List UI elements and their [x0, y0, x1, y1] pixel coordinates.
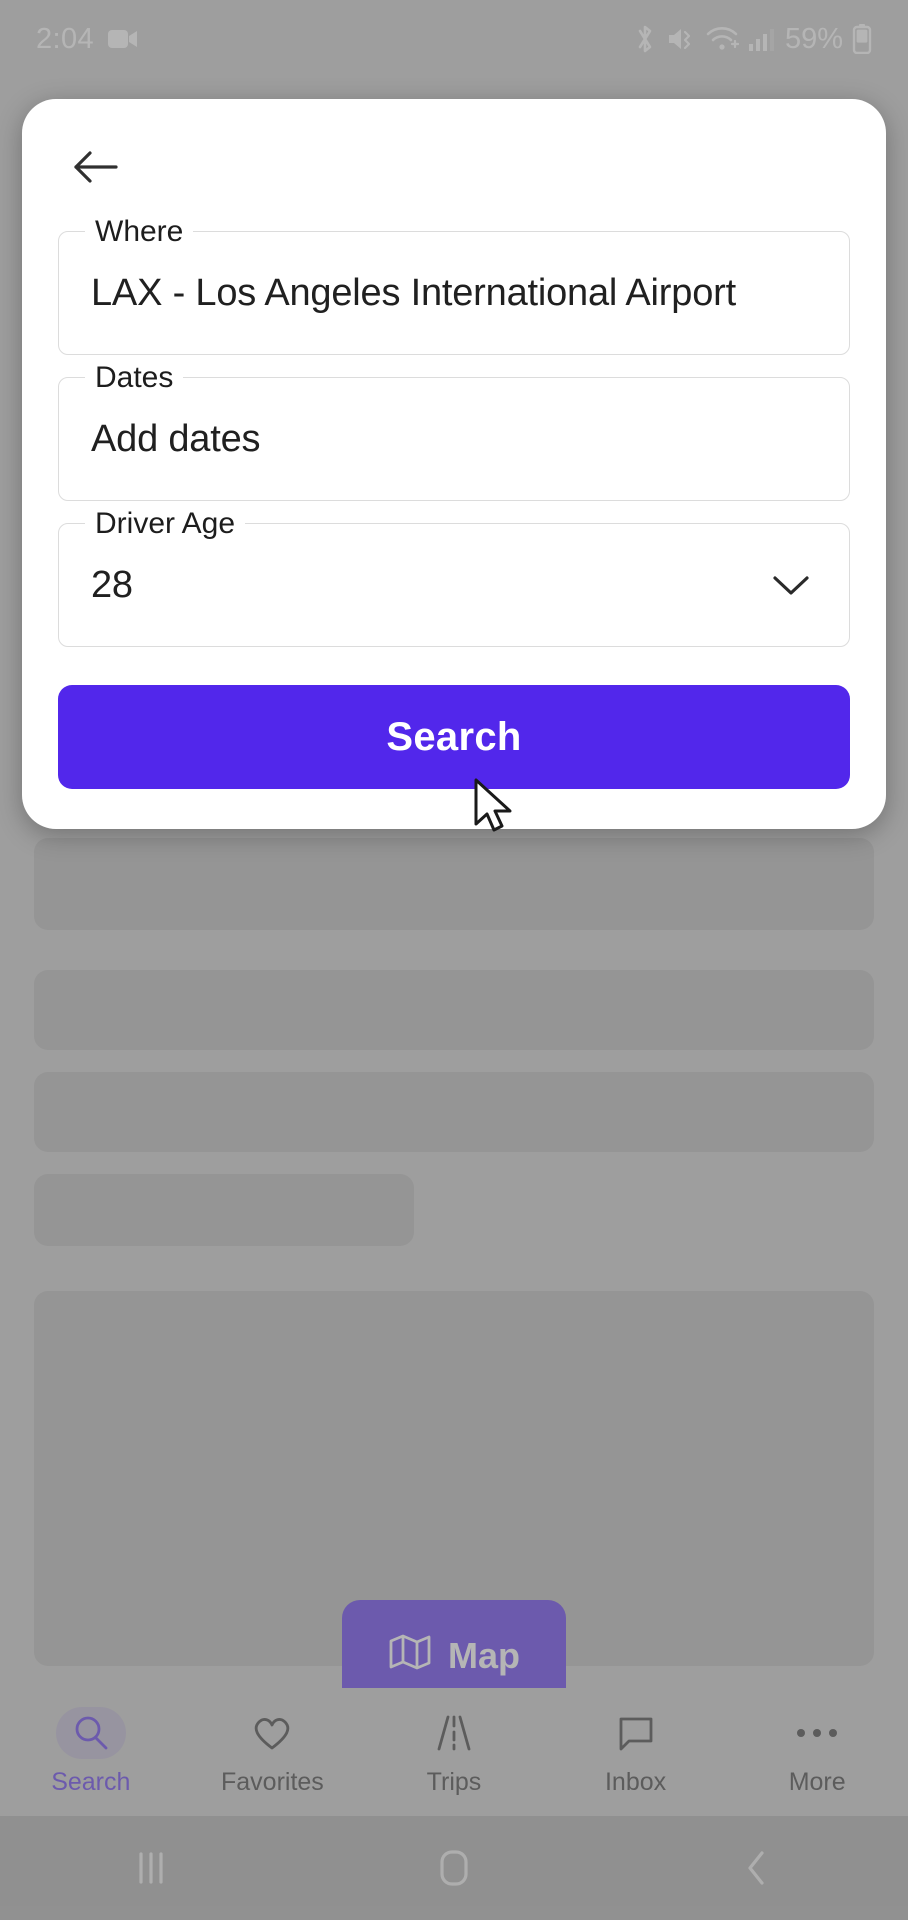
arrow-left-icon[interactable]: [66, 136, 128, 198]
driver-age-field-value: 28: [91, 563, 133, 606]
chevron-down-icon[interactable]: [765, 559, 817, 611]
dates-field[interactable]: Dates Add dates: [58, 361, 850, 501]
dates-field-label: Dates: [85, 361, 184, 395]
driver-age-field[interactable]: Driver Age 28: [58, 507, 850, 647]
dialog-header: [58, 125, 850, 209]
search-button[interactable]: Search: [58, 685, 850, 789]
search-dialog: Where LAX - Los Angeles International Ai…: [22, 99, 886, 829]
where-field-label: Where: [85, 215, 194, 249]
where-field-value: LAX - Los Angeles International Airport: [91, 271, 736, 314]
driver-age-field-label: Driver Age: [85, 507, 246, 541]
dates-field-value: Add dates: [91, 417, 261, 460]
where-field[interactable]: Where LAX - Los Angeles International Ai…: [58, 215, 850, 355]
